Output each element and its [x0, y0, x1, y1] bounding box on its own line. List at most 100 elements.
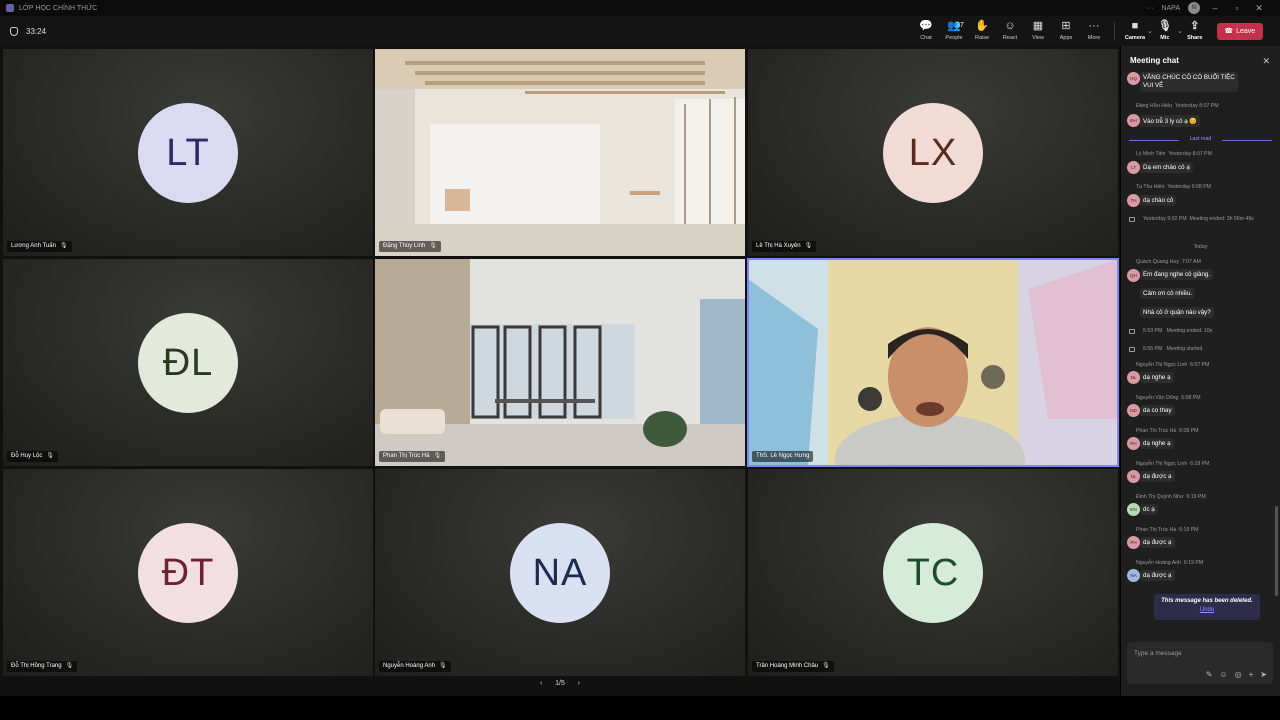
sender-avatar: HQ: [1127, 72, 1140, 85]
participant-tile[interactable]: LX Lê Thị Hà Xuyên 🎙: [748, 49, 1118, 256]
prev-page-icon[interactable]: ‹: [540, 680, 542, 687]
people-count: 37: [956, 22, 964, 29]
mic-icon: 🎙: [60, 243, 68, 249]
sender-avatar: ĐH: [1127, 114, 1140, 127]
mic-muted-icon: 🎙: [1157, 20, 1172, 32]
user-name: NAPA: [1161, 4, 1180, 12]
chat-message-list[interactable]: HQ VẪNG CHÚC CÔ CÓ BUỔI TIỆC VUI VẺ Đặng …: [1121, 72, 1280, 642]
room-background-video: [375, 49, 745, 256]
mic-icon: 🎙: [429, 243, 437, 249]
chat-message: Em đang nghe cô giảng.: [1140, 269, 1214, 280]
sender-avatar: NA: [1127, 569, 1140, 582]
close-window-icon[interactable]: ✕: [1252, 3, 1266, 14]
meeting-chat-panel: Meeting chat ✕ HQ VẪNG CHÚC CÔ CÓ BUỔI T…: [1121, 46, 1280, 696]
raise-hand-button[interactable]: ✋ Raise: [968, 20, 996, 42]
participant-avatar: ĐT: [138, 523, 238, 623]
participant-tile[interactable]: ĐT Đỗ Thị Hồng Trang 🎙: [3, 469, 373, 676]
sender-avatar: ĐN: [1127, 503, 1140, 516]
chat-message: da co thay: [1140, 405, 1175, 416]
message-sender: Quách Quang Huy 7:07 AM: [1136, 259, 1201, 265]
message-input[interactable]: Type a message: [1134, 650, 1182, 657]
participant-tile[interactable]: TC Trần Hoàng Minh Châu 🎙: [748, 469, 1118, 676]
apps-button[interactable]: ⊞ Apps: [1052, 21, 1080, 42]
sender-avatar: LT: [1127, 161, 1140, 174]
mic-button[interactable]: 🎙 Mic: [1151, 20, 1179, 42]
participant-tile[interactable]: Phan Thị Trúc Hà 🎙: [375, 259, 745, 466]
next-page-icon[interactable]: ›: [578, 680, 580, 687]
participant-name-tag: ThS. Lê Ngọc Hưng: [752, 451, 814, 462]
window-title: LỚP HỌC CHÍNH THỨC: [19, 4, 98, 12]
participant-tile-active-speaker[interactable]: ThS. Lê Ngọc Hưng: [747, 258, 1119, 467]
chat-title: Meeting chat: [1130, 56, 1179, 65]
message-sender: Nguyễn Hoàng Anh 6:19 PM: [1136, 560, 1204, 566]
participant-tile[interactable]: LT Lương Anh Tuấn 🎙: [3, 49, 373, 256]
participant-tile[interactable]: ĐL Đỗ Huy Lộc 🎙: [3, 259, 373, 466]
camera-button[interactable]: ■ Camera: [1121, 20, 1149, 42]
maximize-icon[interactable]: ▫: [1230, 3, 1244, 13]
more-options-icon[interactable]: ···: [1146, 5, 1153, 12]
close-chat-icon[interactable]: ✕: [1262, 56, 1270, 67]
format-icon[interactable]: ✎: [1206, 670, 1213, 679]
leave-button[interactable]: ☎ Leave: [1216, 22, 1263, 40]
chat-message: Dạ em chào cô ạ: [1140, 162, 1193, 173]
attach-plus-icon[interactable]: +: [1249, 670, 1254, 679]
sender-avatar: QH: [1127, 269, 1140, 282]
sender-avatar: PH: [1127, 536, 1140, 549]
sender-avatar: TH: [1127, 194, 1140, 207]
participant-tile[interactable]: NA Nguyễn Hoàng Anh 🎙: [375, 469, 745, 676]
meeting-icon: [1129, 347, 1135, 352]
chat-message: dạ nghe ạ: [1140, 372, 1174, 383]
loop-icon[interactable]: ◎: [1235, 670, 1242, 679]
system-message: 5:55 PM Meeting started: [1143, 346, 1203, 352]
mic-icon: 🎙: [439, 663, 447, 669]
page-indicator: 1/5: [555, 680, 565, 687]
shield-icon: [10, 26, 18, 36]
room-background-video: [375, 259, 745, 466]
toolbar-divider: [1114, 22, 1115, 40]
more-button[interactable]: ··· More: [1080, 20, 1108, 42]
phone-hangup-icon: ☎: [1224, 28, 1234, 35]
undo-link[interactable]: Undo: [1154, 607, 1260, 613]
message-composer[interactable]: Type a message ✎ ☺ ◎ + ➤: [1127, 642, 1273, 684]
participant-avatar: LX: [883, 103, 983, 203]
grid-icon: ▦: [1032, 20, 1044, 32]
react-button[interactable]: ☺ React: [996, 21, 1024, 42]
mic-icon: 🎙: [46, 453, 54, 459]
send-icon[interactable]: ➤: [1260, 670, 1267, 679]
timer-text: 33:24: [26, 26, 47, 36]
ellipsis-icon: ···: [1088, 20, 1100, 32]
speaker-video: [748, 259, 1118, 466]
sender-avatar: NL: [1127, 470, 1140, 483]
minimize-icon[interactable]: –: [1208, 3, 1222, 13]
camera-icon: ■: [1131, 20, 1139, 32]
chat-message: VẪNG CHÚC CÔ CÓ BUỔI TIỆC VUI VẺ: [1140, 72, 1238, 92]
mic-icon: 🎙: [65, 663, 74, 669]
participant-tile[interactable]: Đặng Thùy Linh 🎙: [375, 49, 745, 256]
meeting-icon: [1129, 329, 1135, 334]
hand-icon: ✋: [975, 20, 989, 32]
participant-name-tag: Nguyễn Hoàng Anh 🎙: [379, 661, 451, 672]
system-message: Yesterday 9:02 PM Meeting ended: 3h 56m …: [1143, 216, 1254, 222]
message-sender: Tạ Thu Hiền Yesterday 9:08 PM: [1136, 184, 1211, 190]
chat-message: Nhà cô ở quận nào vậy?: [1140, 307, 1214, 318]
participant-avatar: LT: [138, 103, 238, 203]
chat-message: Cảm ơn cô nhiều.: [1140, 288, 1196, 299]
chat-icon: 💬: [919, 20, 933, 32]
message-sender: Nguyễn Thị Ngọc Linh 6:07 PM: [1136, 362, 1210, 368]
participant-name-tag: Trần Hoàng Minh Châu 🎙: [752, 661, 834, 672]
chat-scrollbar[interactable]: [1275, 506, 1278, 596]
view-button[interactable]: ▦ View: [1024, 20, 1052, 42]
chat-message: dạ nghe ạ: [1140, 438, 1174, 449]
sender-avatar: ND: [1127, 404, 1140, 417]
message-sender: Phan Thị Trúc Hà 6:19 PM: [1136, 527, 1199, 533]
participant-name-tag: Lương Anh Tuấn 🎙: [7, 241, 72, 252]
sender-avatar: NL: [1127, 371, 1140, 384]
emoji-icon[interactable]: ☺: [1219, 670, 1227, 679]
people-button[interactable]: 👥 37 People: [940, 21, 968, 42]
chat-button[interactable]: 💬 Chat: [912, 20, 940, 42]
share-button[interactable]: ⇪ Share: [1181, 21, 1209, 42]
user-avatar[interactable]: N: [1188, 2, 1200, 14]
participant-name-tag: Phan Thị Trúc Hà 🎙: [379, 451, 446, 462]
bottom-bar: [0, 696, 1280, 720]
date-divider: Today: [1193, 244, 1208, 250]
